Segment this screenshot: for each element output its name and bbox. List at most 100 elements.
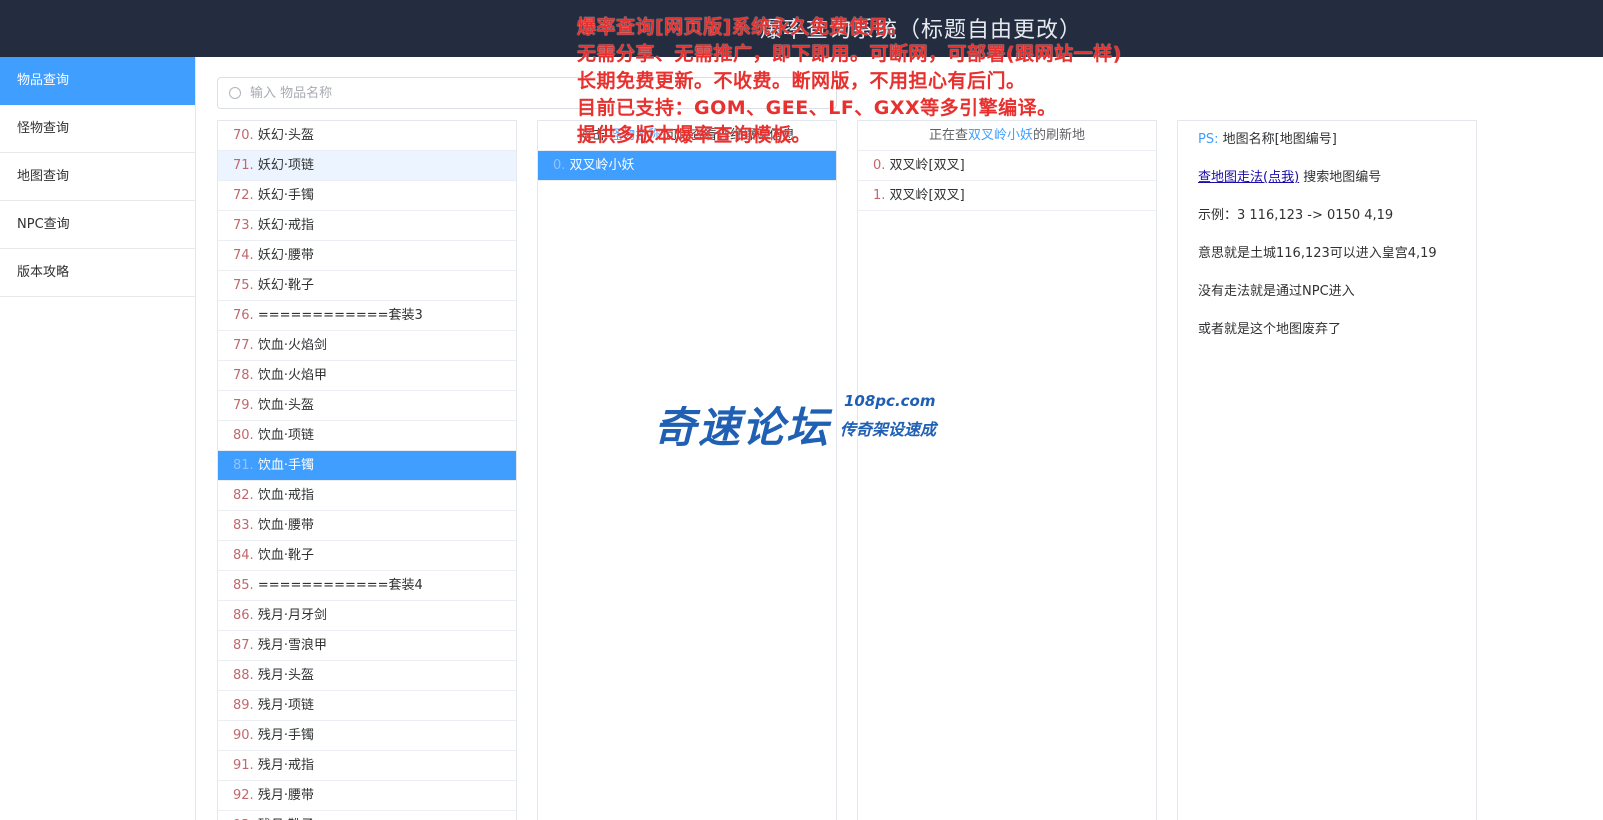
item-row[interactable]: 85. ============套装4 [218, 571, 516, 601]
row-number: 81. [233, 458, 254, 473]
promo-line: 爆率查询[网页版]系统永久免费使用。 [577, 16, 908, 38]
example-text: 示例：3 116,123 -> 0150 4,19 [1198, 208, 1394, 223]
row-number: 90. [233, 728, 254, 743]
item-row[interactable]: 77. 饮血·火焰剑 [218, 331, 516, 361]
row-label: 妖幻·项链 [253, 158, 314, 173]
item-row[interactable]: 89. 残月·项链 [218, 691, 516, 721]
item-row[interactable]: 92. 残月·腰带 [218, 781, 516, 811]
row-number: 74. [233, 248, 254, 263]
item-row[interactable]: 83. 饮血·腰带 [218, 511, 516, 541]
item-row[interactable]: 71. 妖幻·项链 [218, 151, 516, 181]
sidebar-item-item-query[interactable]: 物品查询 [0, 57, 195, 105]
item-row[interactable]: 84. 饮血·靴子 [218, 541, 516, 571]
ps-line: PS: 地图名称[地图编号] [1198, 127, 1476, 165]
ps-text: 地图名称[地图编号] [1222, 132, 1337, 147]
watermark-subtitle: 传奇架设速成 [840, 420, 937, 439]
item-list: 70. 妖幻·头盔 71. 妖幻·项链 72. 妖幻·手镯 73. 妖幻·戒指 74. … [218, 121, 516, 820]
row-label: 双叉岭小妖 [565, 158, 635, 173]
row-number: 84. [233, 548, 254, 563]
item-row[interactable]: 91. 残月·戒指 [218, 751, 516, 781]
sidebar-item-map-query[interactable]: 地图查询 [0, 153, 195, 201]
row-label: 妖幻·靴子 [253, 278, 314, 293]
meaning-text: 意思就是土城116,123可以进入皇宫4,19 [1198, 246, 1437, 261]
forum-watermark-logo: 奇速论坛 108pc.com 传奇架设速成 [654, 390, 954, 452]
row-label: ============套装3 [253, 308, 423, 323]
no-route-text: 没有走法就是通过NPC进入 [1198, 284, 1355, 299]
row-number: 82. [233, 488, 254, 503]
row-label: 饮血·头盔 [253, 398, 314, 413]
item-row[interactable]: 93. 残月·靴子 [218, 811, 516, 820]
row-number: 0. [873, 158, 886, 173]
row-number: 79. [233, 398, 254, 413]
sidebar-item-npc-query[interactable]: NPC查询 [0, 201, 195, 249]
map-row[interactable]: 1. 双叉岭[双叉] [858, 181, 1156, 211]
item-row[interactable]: 82. 饮血·戒指 [218, 481, 516, 511]
item-row[interactable]: 87. 残月·雪浪甲 [218, 631, 516, 661]
row-number: 0. [553, 158, 566, 173]
row-number: 91. [233, 758, 254, 773]
row-number: 71. [233, 158, 254, 173]
row-label: 残月·戒指 [253, 758, 314, 773]
ps-label: PS: [1198, 132, 1219, 147]
row-label: 饮血·靴子 [253, 548, 314, 563]
monster-list-panel: 双击 怪物名称 可以查看详细爆率信息 0. 双叉岭小妖 [537, 120, 837, 820]
row-number: 77. [233, 338, 254, 353]
map-list: 0. 双叉岭[双叉] 1. 双叉岭[双叉] [858, 151, 1156, 211]
item-row[interactable]: 90. 残月·手镯 [218, 721, 516, 751]
row-label: 妖幻·头盔 [253, 128, 314, 143]
item-row[interactable]: 73. 妖幻·戒指 [218, 211, 516, 241]
row-label: 双叉岭[双叉] [885, 158, 965, 173]
row-number: 92. [233, 788, 254, 803]
item-row[interactable]: 80. 饮血·项链 [218, 421, 516, 451]
row-number: 89. [233, 698, 254, 713]
item-row[interactable]: 79. 饮血·头盔 [218, 391, 516, 421]
row-number: 88. [233, 668, 254, 683]
item-row[interactable]: 70. 妖幻·头盔 [218, 121, 516, 151]
row-number: 70. [233, 128, 254, 143]
row-label: 饮血·手镯 [253, 458, 314, 473]
row-label: 双叉岭[双叉] [885, 188, 965, 203]
row-label: 残月·雪浪甲 [253, 638, 327, 653]
walk-suffix: 搜索地图编号 [1299, 170, 1382, 185]
row-number: 86. [233, 608, 254, 623]
monster-list: 0. 双叉岭小妖 [538, 151, 836, 181]
row-label: 饮血·戒指 [253, 488, 314, 503]
sidebar-item-monster-query[interactable]: 怪物查询 [0, 105, 195, 153]
item-row[interactable]: 86. 残月·月牙剑 [218, 601, 516, 631]
row-number: 73. [233, 218, 254, 233]
sidebar-item-version-guide[interactable]: 版本攻略 [0, 249, 195, 297]
row-label: 妖幻·腰带 [253, 248, 314, 263]
row-label: ============套装4 [253, 578, 423, 593]
row-label: 残月·手镯 [253, 728, 314, 743]
monster-row[interactable]: 0. 双叉岭小妖 [538, 151, 836, 181]
row-number: 75. [233, 278, 254, 293]
row-number: 78. [233, 368, 254, 383]
promo-line: 无需分享、无需推广，即下即用。可断网，可部署(跟网站一样) [577, 43, 1122, 65]
item-row[interactable]: 78. 饮血·火焰甲 [218, 361, 516, 391]
row-number: 83. [233, 518, 254, 533]
row-number: 87. [233, 638, 254, 653]
promo-line: 目前已支持：GOM、GEE、LF、GXX等多引擎编译。 [577, 97, 1057, 119]
item-row[interactable]: 88. 残月·头盔 [218, 661, 516, 691]
item-row[interactable]: 74. 妖幻·腰带 [218, 241, 516, 271]
watermark-title: 奇速论坛 [654, 403, 831, 452]
item-row[interactable]: 72. 妖幻·手镯 [218, 181, 516, 211]
item-row[interactable]: 75. 妖幻·靴子 [218, 271, 516, 301]
item-row[interactable]: 76. ============套装3 [218, 301, 516, 331]
item-list-panel: 70. 妖幻·头盔 71. 妖幻·项链 72. 妖幻·手镯 73. 妖幻·戒指 74. … [217, 120, 517, 820]
promo-line: 长期免费更新。不收费。断网版，不用担心有后门。 [577, 70, 1026, 92]
row-number: 80. [233, 428, 254, 443]
map-row[interactable]: 0. 双叉岭[双叉] [858, 151, 1156, 181]
row-label: 残月·项链 [253, 698, 314, 713]
row-label: 饮血·火焰剑 [253, 338, 327, 353]
map-route-link[interactable]: 查地图走法(点我) [1198, 170, 1299, 185]
row-number: 1. [873, 188, 886, 203]
map-list-panel: 正在查双叉岭小妖的刷新地 0. 双叉岭[双叉] 1. 双叉岭[双叉] [857, 120, 1157, 820]
row-number: 85. [233, 578, 254, 593]
row-label: 残月·头盔 [253, 668, 314, 683]
abandoned-text: 或者就是这个地图废弃了 [1198, 322, 1342, 337]
row-label: 妖幻·戒指 [253, 218, 314, 233]
item-row[interactable]: 81. 饮血·手镯 [218, 451, 516, 481]
promo-overlay: 爆率查询[网页版]系统永久免费使用。 无需分享、无需推广，即下即用。可断网，可部… [577, 14, 1177, 149]
info-panel: PS: 地图名称[地图编号] 查地图走法(点我) 搜索地图编号 示例：3 116… [1177, 120, 1477, 820]
